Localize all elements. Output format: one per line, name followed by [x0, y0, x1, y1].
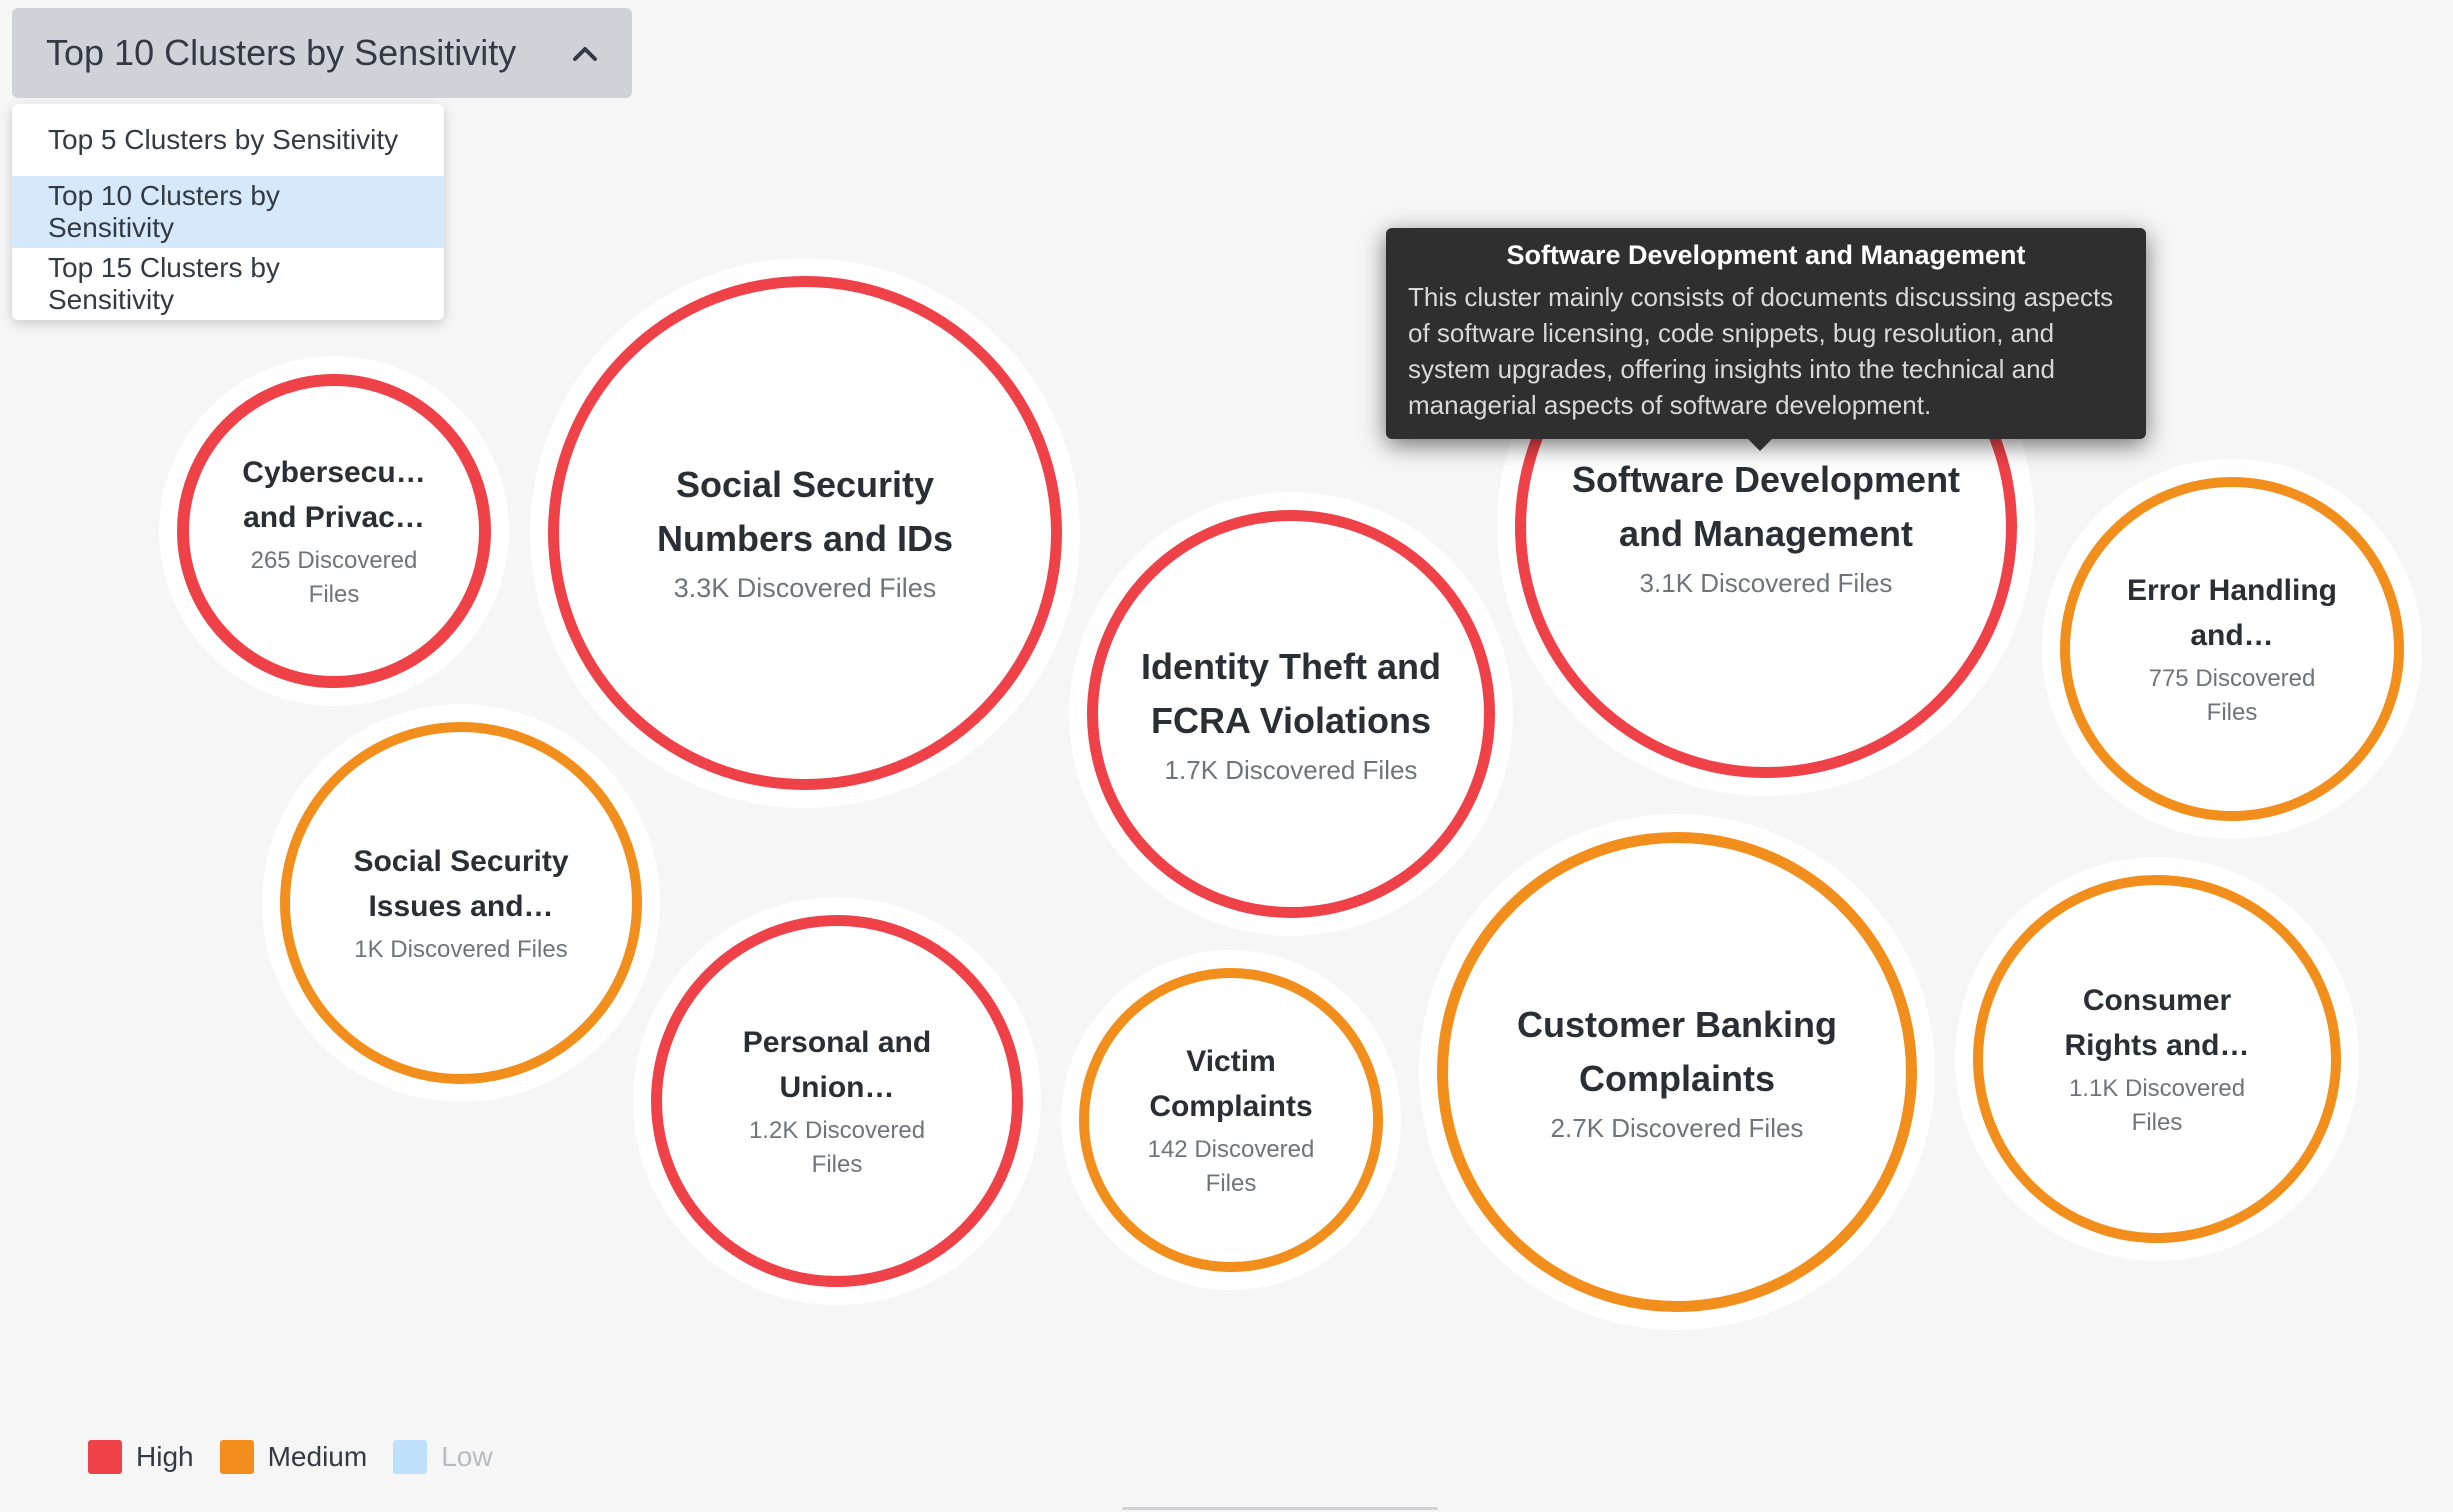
chevron-up-icon [572, 40, 598, 66]
bubble-title: Social Security Issues and… [353, 845, 569, 924]
cluster-count-dropdown[interactable]: Top 10 Clusters by Sensitivity [12, 8, 632, 98]
legend-item-high[interactable]: High [88, 1440, 194, 1474]
dropdown-option-top-5[interactable]: Top 5 Clusters by Sensitivity [12, 104, 444, 176]
cluster-bubble[interactable]: Victim Complaints 142 Discovered Files [1079, 968, 1383, 1272]
cluster-bubble[interactable]: Personal and Union… 1.2K Discovered Files [651, 915, 1023, 1287]
legend-swatch-low [393, 1440, 428, 1474]
legend-swatch-high [88, 1440, 122, 1474]
legend-label-low: Low [441, 1441, 493, 1472]
bubble-title: Personal and Union… [742, 1026, 932, 1105]
cluster-bubble[interactable]: Social Security Issues and… 1K Discovered… [280, 722, 642, 1084]
scroll-handle[interactable] [1122, 1507, 1438, 1510]
cluster-bubble[interactable]: Customer Banking Complaints 2.7K Discover… [1437, 832, 1917, 1312]
cluster-bubble[interactable]: Error Handling and… 775 Discovered Files [2060, 477, 2404, 821]
bubble-file-count: 3.1K Discovered Files [1639, 567, 1893, 598]
dropdown-option-top-15[interactable]: Top 15 Clusters by Sensitivity [12, 248, 444, 320]
cluster-tooltip: Software Development and Management This… [1386, 228, 2146, 451]
tooltip-body: This cluster mainly consists of document… [1408, 282, 2114, 420]
bubble-file-count: 1.2K Discovered Files [748, 1117, 926, 1178]
bubble-file-count: 775 Discovered Files [2148, 665, 2316, 726]
cluster-bubble[interactable]: Consumer Rights and… 1.1K Discovered File… [1973, 875, 2341, 1243]
legend-label-high: High [136, 1441, 194, 1472]
dropdown-selected-label: Top 10 Clusters by Sensitivity [46, 32, 517, 73]
tooltip-arrow [1748, 439, 1772, 451]
dropdown-option-top-10[interactable]: Top 10 Clusters by Sensitivity [12, 176, 444, 248]
bubble-file-count: 1K Discovered Files [354, 936, 568, 964]
bubble-title: Error Handling and… [2126, 574, 2337, 653]
cluster-bubble[interactable]: Social Security Numbers and IDs 3.3K Disc… [548, 276, 1062, 790]
bubble-title: Cybersecu… and Privac… [242, 456, 426, 535]
bubble-file-count: 142 Discovered Files [1147, 1136, 1315, 1197]
bubble-file-count: 3.3K Discovered Files [673, 573, 937, 604]
bubble-title: Software Development and Management [1571, 458, 1961, 554]
legend-swatch-medium [219, 1440, 254, 1474]
cluster-bubble[interactable]: Identity Theft and FCRA Violations 1.7K D… [1087, 510, 1495, 918]
tooltip-title: Software Development and Management [1506, 240, 2026, 270]
legend-label-medium: Medium [267, 1441, 368, 1472]
dropdown-menu: Top 5 Clusters by Sensitivity Top 10 Clu… [12, 104, 444, 320]
bubble-title: Identity Theft and FCRA Violations [1141, 645, 1441, 741]
sensitivity-legend: High Medium Low [88, 1440, 519, 1474]
bubble-title: Consumer Rights and… [2064, 984, 2250, 1063]
bubble-file-count: 265 Discovered Files [250, 547, 418, 608]
bubble-file-count: 1.7K Discovered Files [1164, 754, 1418, 785]
legend-item-low[interactable]: Low [393, 1440, 493, 1474]
bubble-file-count: 1.1K Discovered Files [2068, 1075, 2246, 1136]
bubble-title: Customer Banking Complaints [1516, 1003, 1838, 1099]
legend-item-medium[interactable]: Medium [219, 1440, 368, 1474]
cluster-bubble[interactable]: Cybersecu… and Privac… 265 Discovered Fil… [177, 374, 491, 688]
bubble-file-count: 2.7K Discovered Files [1550, 1112, 1804, 1143]
bubble-title: Victim Complaints [1149, 1045, 1313, 1124]
cluster-bubble-view: Cybersecu… and Privac… 265 Discovered Fil… [0, 0, 2453, 1512]
bubble-title: Social Security Numbers and IDs [656, 464, 954, 560]
